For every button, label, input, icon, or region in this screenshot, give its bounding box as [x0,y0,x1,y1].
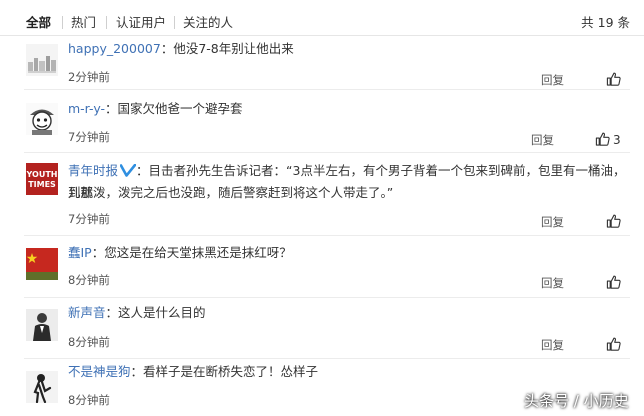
like-count: 3 [613,133,621,147]
comment-time: 8分钟前 [68,273,110,287]
thumbs-up-icon[interactable] [606,71,621,87]
comment-time: 7分钟前 [68,212,110,226]
svg-text:TIMES: TIMES [28,180,56,189]
comment-text: happy_200007：他没7-8年别让他出来 [68,41,294,56]
comment-body: 他没7-8年别让他出来 [173,41,294,56]
tab-hot[interactable]: 热门 [71,15,96,31]
comment-body: 国家欠他爸一个避孕套 [117,101,243,116]
flag-avatar-icon [26,248,58,280]
svg-text:YOUTH: YOUTH [26,170,57,179]
thumbs-up-icon[interactable] [606,274,621,290]
comment-divider [24,89,630,90]
comment-text: 蠢IP：您这是在给天堂抹黑还是抹红呀？ [68,245,292,260]
comment-total: 共 19 条 [581,15,630,30]
avatar[interactable] [26,103,58,135]
tab-verified-users[interactable]: 认证用户 [116,15,166,31]
comment-username[interactable]: 不是神是狗 [68,364,131,379]
comment-text: m-r-y-：国家欠他爸一个避孕套 [68,101,243,116]
comment-username[interactable]: 青年时报 [68,163,118,178]
comment-divider [24,358,630,359]
tab-divider [106,16,107,29]
tab-divider [62,16,63,29]
avatar[interactable] [26,309,58,341]
comment-time: 7分钟前 [68,130,110,144]
comment-time: 8分钟前 [68,393,110,407]
comment-text-continued: 儿就泼，泼完之后也没跑，随后警察赶到将这个人带走了。” [68,185,394,200]
watermark: 头条号 / 小历史 [524,392,629,410]
reply-button[interactable]: 回复 [541,337,564,353]
tab-all[interactable]: 全部 [26,15,51,31]
comment-username[interactable]: m-r-y- [68,101,105,116]
comment-username[interactable]: happy_200007 [68,41,161,56]
comment-text: 新声音：这人是什么目的 [68,305,206,320]
reply-button[interactable]: 回复 [541,214,564,230]
avatar[interactable] [26,44,58,76]
comment-divider [24,235,630,236]
reply-button[interactable]: 回复 [541,275,564,291]
comment-time: 2分钟前 [68,70,110,84]
avatar-image-icon [28,56,56,73]
comment-body: 这人是什么目的 [118,305,206,320]
comment-divider [24,152,630,153]
figure-avatar-icon [26,371,58,403]
comment-filter-tabs: 全部 热门 认证用户 关注的人 共 19 条 [0,0,644,36]
comment-username[interactable]: 蠢IP [68,245,92,260]
comment-body: 看样子是在断桥失恋了！怂样子 [143,364,319,379]
person-avatar-icon [26,309,58,341]
avatar[interactable] [26,248,58,280]
reply-button[interactable]: 回复 [541,72,564,88]
youth-times-logo-icon: YOUTH TIMES [26,163,58,195]
thumbs-up-icon[interactable] [606,336,621,352]
tab-divider [174,16,175,29]
tab-following[interactable]: 关注的人 [183,15,233,31]
thumbs-up-icon[interactable] [595,131,610,147]
avatar-image-icon [30,109,54,135]
comment-username[interactable]: 新声音 [68,305,106,320]
reply-button[interactable]: 回复 [531,132,554,148]
verified-v-icon [120,164,137,177]
thumbs-up-icon[interactable] [606,213,621,229]
avatar[interactable] [26,371,58,403]
avatar[interactable]: YOUTH TIMES [26,163,58,195]
comment-body: 您这是在给天堂抹黑还是抹红呀？ [104,245,292,260]
comment-time: 8分钟前 [68,335,110,349]
comment-text: 不是神是狗：看样子是在断桥失恋了！怂样子 [68,364,319,379]
comment-divider [24,297,630,298]
